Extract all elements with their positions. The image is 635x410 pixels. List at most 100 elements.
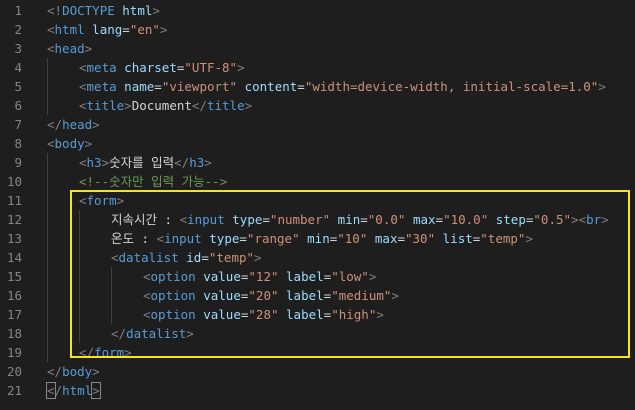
code-token: Document [131, 97, 192, 113]
code-token: charset [124, 59, 177, 75]
line-number: 4 [14, 59, 22, 75]
indent-guide [47, 190, 48, 210]
code-token: html [54, 21, 85, 37]
line-number: 10 [6, 173, 22, 189]
code-line[interactable]: 1 <!DOCTYPE html> [0, 1, 635, 20]
code-token: < [79, 97, 87, 113]
code-token: < [46, 381, 56, 399]
code-token: = [154, 78, 162, 94]
code-token: < [79, 59, 87, 75]
code-token: > [159, 21, 168, 37]
line-number: 6 [14, 97, 22, 113]
line-number: 3 [14, 40, 22, 56]
code-text: <html lang="en"> [47, 20, 167, 39]
code-line[interactable]: 20 </body> [0, 362, 635, 381]
code-line[interactable]: 6 <title>Document</title> [0, 95, 635, 115]
code-text: <meta name="viewport" content="width=dev… [79, 77, 606, 96]
code-text: </head> [47, 115, 100, 134]
code-text: <head> [47, 39, 92, 58]
code-token: head [54, 40, 85, 56]
code-line[interactable]: 5 <meta name="viewport" content="width=de… [0, 76, 635, 96]
code-token: title [86, 97, 125, 113]
code-token: > [92, 116, 100, 132]
code-token: </ [191, 97, 207, 113]
code-token: h3 [86, 154, 102, 170]
line-number: 13 [6, 230, 22, 246]
code-token: > [84, 40, 93, 56]
indent-guide [47, 152, 48, 172]
code-text: <!DOCTYPE html> [47, 1, 160, 20]
line-number: 15 [6, 268, 22, 284]
line-number: 5 [14, 78, 22, 94]
code-token: body [54, 135, 85, 151]
line-number: 19 [6, 344, 22, 360]
code-token: html [122, 2, 153, 18]
code-token: </ [47, 363, 63, 379]
code-token: </ [174, 154, 190, 170]
code-token: </ [47, 116, 63, 132]
indent-guide [47, 171, 48, 191]
code-line[interactable]: 3 <head> [0, 39, 635, 58]
indent-guide [47, 209, 48, 229]
indent-guide [47, 76, 48, 96]
line-number: 21 [6, 382, 22, 398]
line-number: 8 [14, 135, 22, 151]
code-text: <title>Document</title> [79, 96, 252, 115]
code-text: </body> [47, 362, 100, 381]
code-token: content [244, 78, 298, 94]
code-token: > [237, 59, 245, 75]
code-text: <body> [47, 134, 92, 153]
line-number: 14 [6, 249, 22, 265]
code-token: lang [92, 21, 123, 37]
code-token: > [101, 154, 110, 170]
line-number: 20 [6, 363, 22, 379]
code-token: > [91, 381, 101, 399]
line-number: 12 [6, 211, 22, 227]
code-line[interactable]: 8 <body> [0, 134, 635, 153]
indent-guide [47, 342, 48, 362]
line-number: 1 [14, 2, 22, 18]
line-number: 17 [6, 306, 22, 322]
code-text: <!--숫자만 입력 가능--> [79, 172, 227, 191]
indent-guide [47, 228, 48, 248]
code-token: "en" [129, 21, 160, 37]
indent-guide [47, 95, 48, 115]
code-token: "UTF-8" [184, 59, 238, 75]
indent-guide [47, 323, 48, 343]
code-line[interactable]: 4 <meta charset="UTF-8"> [0, 57, 635, 77]
code-text: <h3>숫자를 입력</h3> [79, 153, 212, 172]
code-token: meta [86, 78, 117, 94]
line-number: 2 [14, 21, 22, 37]
code-token: body [62, 363, 93, 379]
code-editor[interactable]: 1 <!DOCTYPE html> 2 <html lang="en"> 3 <head>… [0, 0, 635, 410]
code-line[interactable]: 7 </head> [0, 115, 635, 134]
code-token: h3 [189, 154, 205, 170]
code-text: </html> [46, 381, 101, 400]
code-token: > [124, 97, 132, 113]
line-number: 9 [14, 154, 22, 170]
code-text: <meta charset="UTF-8"> [79, 58, 245, 77]
code-token: head [62, 116, 93, 132]
code-token: html [62, 382, 93, 398]
code-token: > [84, 135, 93, 151]
code-token: title [206, 97, 245, 113]
code-token: < [79, 78, 87, 94]
code-line[interactable]: 10 <!--숫자만 입력 가능--> [0, 171, 635, 191]
code-token: < [47, 135, 55, 151]
code-token: = [297, 78, 305, 94]
code-token: DOCTYPE [62, 2, 115, 18]
code-token: <! [47, 2, 63, 18]
code-token: > [598, 78, 606, 94]
code-token: > [152, 2, 160, 18]
code-token: name [124, 78, 155, 94]
line-number: 11 [6, 192, 22, 208]
code-line[interactable]: 2 <html lang="en"> [0, 20, 635, 39]
code-line[interactable]: 21 </html> [0, 381, 635, 400]
code-token: "width=device-width, initial-scale=1.0" [304, 78, 599, 94]
line-number: 7 [14, 116, 22, 132]
indent-guide [47, 247, 48, 267]
code-line[interactable]: 9 <h3>숫자를 입력</h3> [0, 152, 635, 172]
code-token: <!--숫자만 입력 가능--> [79, 173, 228, 189]
code-token: < [47, 21, 55, 37]
